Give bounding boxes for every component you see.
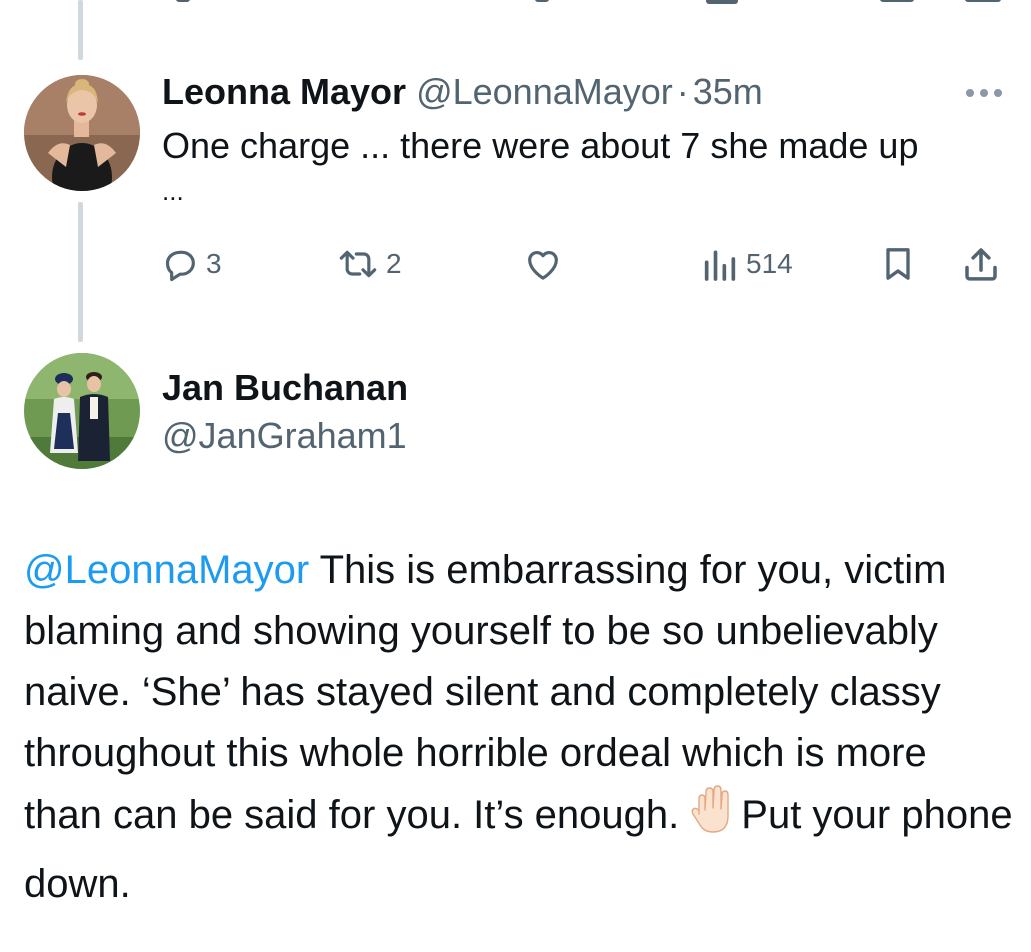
like-button[interactable] <box>522 242 570 286</box>
share-button[interactable] <box>960 242 1002 286</box>
avatar-leonna-mayor[interactable] <box>24 75 140 191</box>
views-icon <box>700 244 740 284</box>
tweet-author-name[interactable]: Leonna Mayor <box>162 71 406 112</box>
reply-button[interactable]: 3 <box>160 242 222 286</box>
tweet-author-line: Leonna Mayor @LeonnaMayor · 35m <box>162 70 763 114</box>
views-button[interactable]: 514 <box>700 242 793 286</box>
reply-text: @LeonnaMayor This is embarrassing for yo… <box>24 540 1014 915</box>
share-icon <box>960 243 1002 285</box>
reply-icon <box>160 244 200 284</box>
reply-author-name-line: Jan Buchanan <box>162 366 408 410</box>
more-horizontal-icon[interactable] <box>966 86 1006 100</box>
heart-icon <box>522 244 564 284</box>
retweet-count: 2 <box>386 248 402 279</box>
bookmark-icon <box>878 244 918 284</box>
tweet-separator: · <box>676 71 689 112</box>
reply-mention-link[interactable]: @LeonnaMayor <box>24 548 309 592</box>
tweet-text-ellipsis: ... <box>162 176 184 206</box>
retweet-button[interactable]: 2 <box>336 242 402 286</box>
tweet-author-handle[interactable]: @LeonnaMayor <box>416 71 673 112</box>
avatar-jan-buchanan[interactable] <box>24 353 140 469</box>
raised-hand-emoji-icon <box>689 784 737 854</box>
thread-line-bottom <box>78 202 83 342</box>
bookmark-button[interactable] <box>878 242 918 286</box>
tweet-timestamp[interactable]: 35m <box>693 71 763 112</box>
reply-author-handle-line: @JanGraham1 <box>162 414 407 458</box>
tweet-actions-bar: 3 2 514 <box>160 242 1010 286</box>
retweet-icon <box>336 244 380 284</box>
thread-line-top <box>78 0 83 60</box>
reply-author-name[interactable]: Jan Buchanan <box>162 367 408 408</box>
tweet-text-line1: One charge ... there were about 7 she ma… <box>162 125 919 166</box>
reply-author-handle[interactable]: @JanGraham1 <box>162 415 407 456</box>
views-count: 514 <box>746 248 793 279</box>
previous-tweet-actions-cutoff <box>0 0 1031 10</box>
reply-count: 3 <box>206 248 222 279</box>
